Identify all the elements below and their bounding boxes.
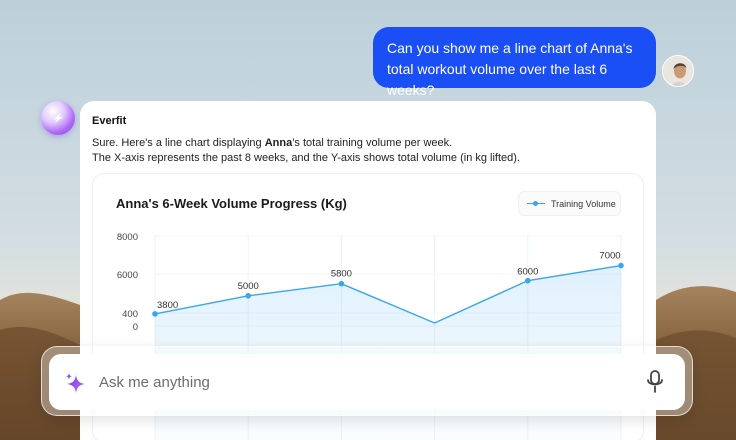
user-avatar[interactable] [662, 55, 694, 87]
data-label: 7000 [599, 251, 620, 262]
data-point [152, 311, 158, 317]
bot-intro-line2: The X-axis represents the past 8 weeks, … [92, 152, 520, 164]
chat-input-container [41, 346, 693, 416]
data-point [525, 277, 531, 284]
data-label: 5800 [331, 269, 352, 280]
data-label: 6000 [517, 267, 538, 278]
y-tick-label: 400 [122, 309, 138, 320]
everfit-logo-icon [41, 101, 75, 135]
bot-intro-prefix: Sure. Here's a line chart displaying [92, 137, 265, 149]
chat-input-box[interactable] [49, 354, 685, 410]
bot-message-text: Sure. Here's a line chart displaying Ann… [92, 136, 644, 166]
user-message-bubble: Can you show me a line chart of Anna's t… [373, 27, 656, 98]
y-tick-label: 0 [133, 322, 138, 333]
microphone-icon[interactable] [645, 369, 665, 395]
data-label: 5000 [238, 281, 259, 292]
bot-intro-suffix: ’s total training volume per week. [292, 137, 453, 149]
y-tick-label: 6000 [117, 270, 138, 281]
data-label: 3800 [157, 300, 178, 311]
data-point [338, 280, 345, 287]
chat-input[interactable] [99, 368, 619, 396]
data-point [245, 292, 251, 299]
y-tick-label: 8000 [117, 232, 138, 243]
sparkle-icon [66, 373, 85, 393]
data-point [618, 262, 624, 269]
bot-name: Everfit [92, 115, 127, 127]
bot-intro-bold: Anna [264, 137, 293, 149]
